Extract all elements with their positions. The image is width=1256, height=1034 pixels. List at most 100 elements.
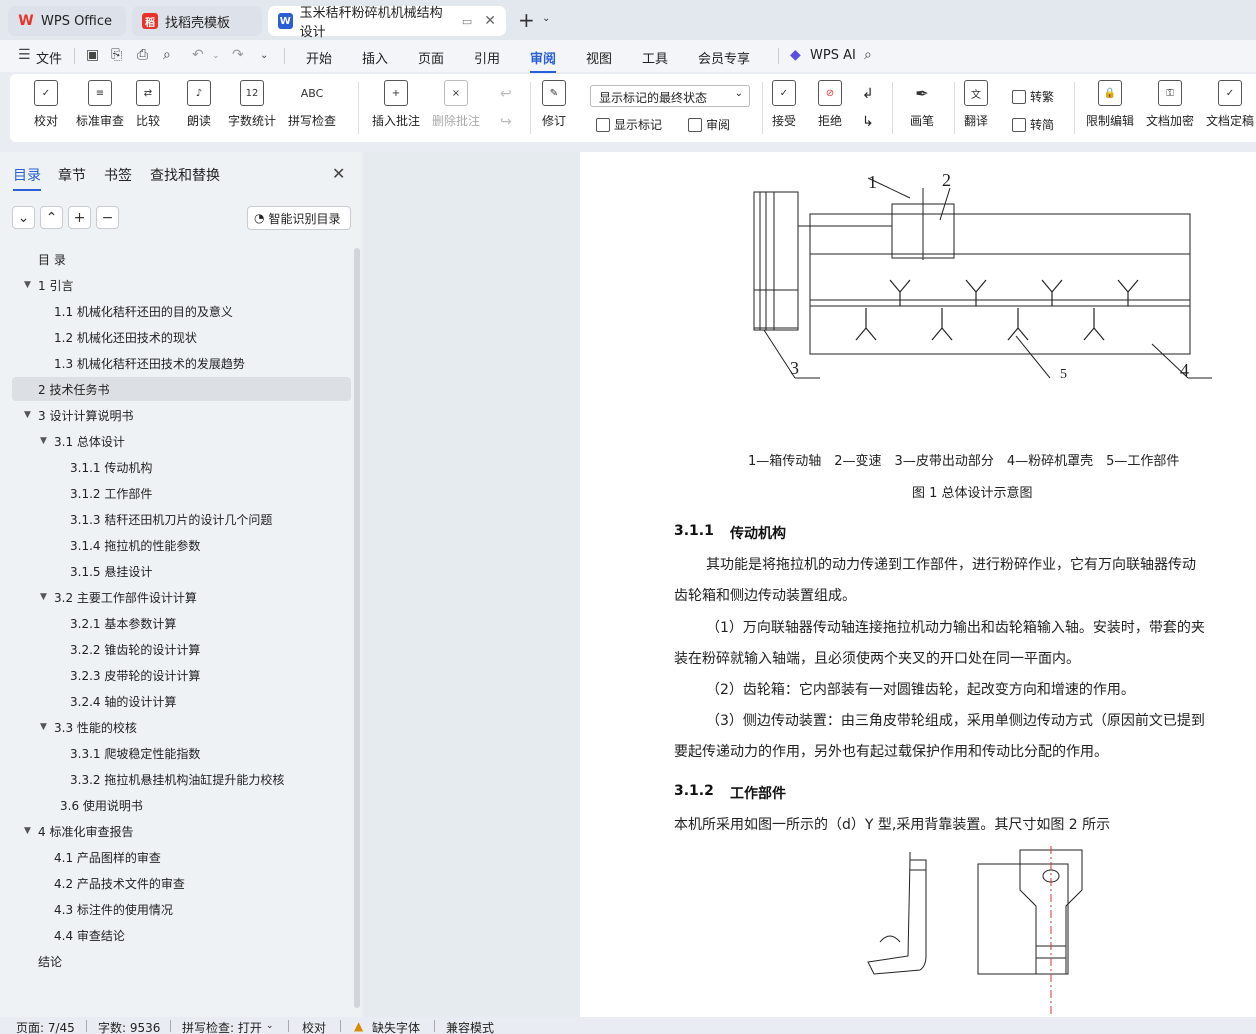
add-heading-icon[interactable]: + bbox=[68, 206, 91, 229]
menu-references[interactable]: 引用 bbox=[474, 48, 500, 67]
compare-button[interactable]: ⇄ 比较 bbox=[136, 80, 160, 129]
show-markup-button[interactable]: 显示标记 bbox=[596, 116, 662, 133]
expand-triangle-icon[interactable]: ▼ bbox=[24, 826, 31, 836]
undo-chevron-icon[interactable]: ⌄ bbox=[212, 51, 220, 61]
toc-item[interactable]: 3.1.1 传动机构 bbox=[0, 455, 350, 479]
more-chevron-icon[interactable]: ⌄ bbox=[260, 50, 268, 61]
toc-item[interactable]: 4.2 产品技术文件的审查 bbox=[0, 871, 350, 895]
toc-item[interactable]: 3.2.1 基本参数计算 bbox=[0, 611, 350, 635]
toc-item[interactable]: 4.3 标注件的使用情况 bbox=[0, 897, 350, 921]
expand-triangle-icon[interactable]: ▼ bbox=[40, 722, 47, 732]
expand-triangle-icon[interactable]: ▼ bbox=[40, 436, 47, 446]
collapse-up-icon[interactable]: ⌃ bbox=[40, 206, 63, 229]
tab-document[interactable]: W 玉米秸秆粉碎机机械结构设计 ▭ ✕ bbox=[268, 6, 506, 40]
toc-item[interactable]: 4.1 产品图样的审查 bbox=[0, 845, 350, 869]
print-preview-icon[interactable]: ⌕ bbox=[163, 47, 171, 63]
menu-review[interactable]: 审阅 bbox=[530, 48, 557, 73]
toc-item[interactable]: 结论 bbox=[0, 949, 350, 973]
toc-item[interactable]: 4.4 审查结论 bbox=[0, 923, 350, 947]
sidebar-scrollbar[interactable] bbox=[354, 248, 360, 1008]
toc-item[interactable]: 3.2.3 皮带轮的设计计算 bbox=[0, 663, 350, 687]
collapse-down-icon[interactable]: ⌄ bbox=[12, 206, 35, 229]
to-traditional-button[interactable]: 转繁 bbox=[1012, 88, 1054, 105]
expand-triangle-icon[interactable]: ▼ bbox=[24, 410, 31, 420]
spell-check-status[interactable]: 拼写检查: 打开 bbox=[182, 1019, 262, 1034]
close-pane-icon[interactable]: ✕ bbox=[332, 164, 345, 183]
toc-item[interactable]: 3.1.4 拖拉机的性能参数 bbox=[0, 533, 350, 557]
toc-item[interactable]: 3.1.5 悬挂设计 bbox=[0, 559, 350, 583]
tab-list-chevron-icon[interactable]: ⌄ bbox=[542, 13, 550, 24]
insert-comment-button[interactable]: + 插入批注 bbox=[372, 80, 420, 129]
monitor-icon[interactable]: ▭ bbox=[462, 15, 472, 28]
page-indicator[interactable]: 页面: 7/45 bbox=[16, 1019, 75, 1034]
markup-state-select[interactable]: 显示标记的最终状态 ⌄ bbox=[590, 85, 750, 107]
nav-tab-bookmarks[interactable]: 书签 bbox=[104, 165, 132, 185]
proof-button[interactable]: ✓ 校对 bbox=[34, 80, 58, 129]
close-tab-icon[interactable]: ✕ bbox=[484, 13, 496, 29]
nav-tab-chapters[interactable]: 章节 bbox=[58, 165, 86, 185]
export-icon[interactable]: ⎘ bbox=[111, 47, 122, 63]
toc-item[interactable]: ▼ 4 标准化审查报告 bbox=[0, 819, 350, 843]
toc-item[interactable]: 2 技术任务书 bbox=[12, 377, 351, 401]
remove-heading-icon[interactable]: − bbox=[96, 206, 119, 229]
standard-review-button[interactable]: ≡ 标准审查 bbox=[76, 80, 124, 129]
search-icon[interactable]: ⌕ bbox=[864, 47, 872, 63]
to-simplified-button[interactable]: 转简 bbox=[1012, 116, 1054, 133]
prev-revision-icon[interactable]: ↲ bbox=[862, 86, 874, 102]
next-comment-icon[interactable]: ↪ bbox=[500, 114, 512, 130]
toc-item[interactable]: ▼ 3 设计计算说明书 bbox=[0, 403, 350, 427]
toc-item[interactable]: 3.1.2 工作部件 bbox=[0, 481, 350, 505]
save-icon[interactable]: ▣ bbox=[86, 47, 99, 63]
delete-comment-button[interactable]: × 删除批注 bbox=[432, 80, 480, 129]
toc-item[interactable]: 3.6 使用说明书 bbox=[0, 793, 350, 817]
toc-item[interactable]: 1.1 机械化秸秆还田的目的及意义 bbox=[0, 299, 350, 323]
undo-icon[interactable]: ↶ bbox=[192, 47, 204, 63]
toc-item[interactable]: 3.3.2 拖拉机悬挂机构油缸提升能力校核 bbox=[0, 767, 350, 791]
toc-item[interactable]: 3.2.2 锥齿轮的设计计算 bbox=[0, 637, 350, 661]
toc-item[interactable]: 目 录 bbox=[0, 247, 350, 271]
hamburger-icon[interactable]: ☰ bbox=[18, 47, 31, 63]
toc-item[interactable]: 1.2 机械化还田技术的现状 bbox=[0, 325, 350, 349]
next-revision-icon[interactable]: ↳ bbox=[862, 114, 874, 130]
menu-view[interactable]: 视图 bbox=[586, 48, 612, 67]
file-menu[interactable]: 文件 bbox=[36, 48, 62, 67]
toc-item[interactable]: ▼ 3.2 主要工作部件设计计算 bbox=[0, 585, 350, 609]
translate-button[interactable]: 文翻译 bbox=[964, 80, 988, 129]
finalize-button[interactable]: ✓ 文档定稿 bbox=[1206, 80, 1254, 129]
toc-item[interactable]: 3.1.3 秸秆还田机刀片的设计几个问题 bbox=[0, 507, 350, 531]
prev-comment-icon[interactable]: ↩ bbox=[500, 86, 512, 102]
new-tab-icon[interactable]: + bbox=[518, 8, 535, 32]
proof-status[interactable]: 校对 bbox=[302, 1019, 326, 1034]
nav-tab-find-replace[interactable]: 查找和替换 bbox=[150, 165, 220, 185]
menu-home[interactable]: 开始 bbox=[306, 48, 332, 67]
print-icon[interactable]: ⎙ bbox=[137, 47, 148, 63]
wps-ai-button[interactable]: WPS AI bbox=[810, 48, 856, 63]
pen-button[interactable]: ✒ 画笔 bbox=[910, 80, 934, 129]
document-page[interactable]: 1 2 3 4 5 1—箱传动轴 2—变速 3—皮带出动部分 4—粉碎机罩壳 5… bbox=[580, 152, 1256, 1017]
spell-check-button[interactable]: ABC 拼写检查 bbox=[288, 80, 336, 129]
toc-item[interactable]: ▼ 3.3 性能的校核 bbox=[0, 715, 350, 739]
word-count-button[interactable]: 12 字数统计 bbox=[228, 80, 276, 129]
reject-button[interactable]: ⊘ 拒绝 bbox=[818, 80, 842, 129]
accept-button[interactable]: ✓ 接受 bbox=[772, 80, 796, 129]
missing-font-status[interactable]: 缺失字体 bbox=[372, 1019, 420, 1034]
revise-button[interactable]: ✎ 修订 bbox=[542, 80, 566, 129]
menu-insert[interactable]: 插入 bbox=[362, 48, 388, 67]
word-count[interactable]: 字数: 9536 bbox=[98, 1019, 160, 1034]
toc-item[interactable]: 3.2.4 轴的设计计算 bbox=[0, 689, 350, 713]
read-aloud-button[interactable]: ♪ 朗读 bbox=[187, 80, 211, 129]
expand-triangle-icon[interactable]: ▼ bbox=[40, 592, 47, 602]
nav-tab-toc[interactable]: 目录 bbox=[13, 165, 41, 191]
menu-tools[interactable]: 工具 bbox=[642, 48, 668, 67]
redo-icon[interactable]: ↷ bbox=[232, 47, 244, 63]
smart-toc-button[interactable]: ◔ 智能识别目录 bbox=[247, 206, 351, 230]
toc-item[interactable]: ▼ 3.1 总体设计 bbox=[0, 429, 350, 453]
menu-page[interactable]: 页面 bbox=[418, 48, 444, 67]
toc-item[interactable]: 1.3 机械化秸秆还田技术的发展趋势 bbox=[0, 351, 350, 375]
encrypt-button[interactable]: ⚿ 文档加密 bbox=[1146, 80, 1194, 129]
tab-wps-office[interactable]: W WPS Office bbox=[8, 6, 126, 36]
tab-docer-templates[interactable]: 稻 找稻壳模板 bbox=[132, 6, 262, 36]
expand-triangle-icon[interactable]: ▼ bbox=[24, 280, 31, 290]
menu-member[interactable]: 会员专享 bbox=[698, 48, 750, 67]
restrict-edit-button[interactable]: 🔒 限制编辑 bbox=[1086, 80, 1134, 129]
